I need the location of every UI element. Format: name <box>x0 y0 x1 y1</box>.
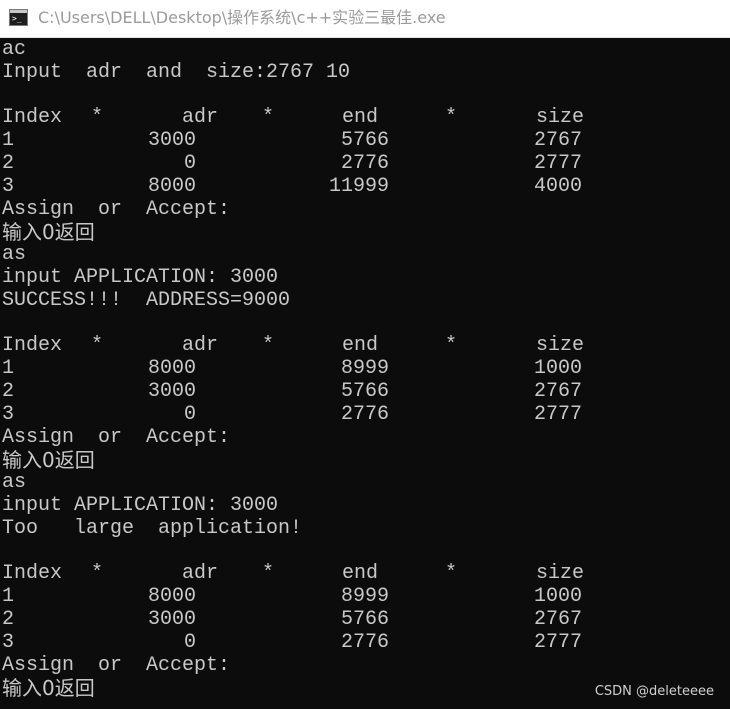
table-row: 3 0 2776 2777 <box>0 630 730 655</box>
command-line: ac <box>2 38 27 61</box>
input-prompt-line: Input adr and size:2767 10 <box>2 60 351 84</box>
table-row: 1 3000 5766 2767 <box>0 129 730 153</box>
table-row: 2 0 2776 2777 <box>0 151 730 176</box>
table-row: 3 0 2776 2777 <box>0 402 730 427</box>
icon-prompt-glyph: >_ <box>12 14 22 23</box>
cell-size: 2777 <box>533 151 582 175</box>
cell-size: 2777 <box>533 402 582 426</box>
cell-index: 1 <box>2 357 15 381</box>
header-end: end <box>342 106 379 130</box>
cell-adr: 0 <box>183 630 196 654</box>
cell-size: 1000 <box>533 585 582 609</box>
header-size: size <box>536 106 585 130</box>
cell-size: 2767 <box>533 607 582 631</box>
header-separator: * <box>445 334 458 358</box>
table-row: 2 3000 5766 2767 <box>0 607 730 632</box>
console-window: >_ C:\Users\DELL\Desktop\操作系统\c++实验三最佳.e… <box>0 0 730 709</box>
cell-end: 11999 <box>328 174 389 198</box>
cell-adr: 8000 <box>147 585 196 609</box>
header-separator: * <box>91 334 104 358</box>
cell-end: 5766 <box>340 607 389 631</box>
header-end: end <box>342 334 379 358</box>
assign-accept-prompt: Assign or Accept: <box>2 197 231 221</box>
header-index: Index <box>2 106 63 130</box>
header-separator: * <box>445 562 458 586</box>
table-row: 1 8000 8999 1000 <box>0 357 730 381</box>
cell-adr: 3000 <box>147 379 196 403</box>
table-header: Index * adr * end * size <box>0 563 730 586</box>
result-line: SUCCESS!!! ADDRESS=9000 <box>2 288 291 312</box>
header-separator: * <box>262 562 275 586</box>
cell-size: 2777 <box>533 630 582 654</box>
header-separator: * <box>91 562 104 586</box>
result-line: Too large application! <box>2 516 303 540</box>
cell-adr: 8000 <box>147 357 196 381</box>
cell-index: 2 <box>2 607 15 631</box>
header-separator: * <box>91 106 104 130</box>
cell-index: 3 <box>2 630 15 654</box>
cell-end: 5766 <box>340 129 389 153</box>
header-size: size <box>536 562 585 586</box>
header-separator: * <box>262 106 275 130</box>
cell-index: 3 <box>2 402 15 426</box>
header-size: size <box>536 334 585 358</box>
console-output[interactable]: ac Input adr and size:2767 10 Index * ad… <box>0 38 730 709</box>
cell-adr: 8000 <box>147 174 196 198</box>
cell-end: 2776 <box>340 630 389 654</box>
cell-end: 2776 <box>340 151 389 175</box>
command-line: as <box>2 243 27 267</box>
cell-adr: 3000 <box>147 129 196 153</box>
cell-size: 1000 <box>533 357 582 381</box>
csdn-watermark: CSDN @deleteeee <box>594 684 714 699</box>
assign-accept-prompt: Assign or Accept: <box>2 425 231 449</box>
assign-accept-prompt: Assign or Accept: <box>2 653 231 677</box>
table-row: 3 8000 11999 4000 <box>0 174 730 199</box>
header-adr: adr <box>182 106 219 130</box>
cell-size: 4000 <box>533 174 582 198</box>
cell-index: 2 <box>2 151 15 175</box>
header-index: Index <box>2 334 63 358</box>
input-prompt-line: input APPLICATION: 3000 <box>2 265 279 289</box>
cell-end: 8999 <box>340 357 389 381</box>
input-prompt-line: input APPLICATION: 3000 <box>2 493 279 517</box>
title-bar[interactable]: >_ C:\Users\DELL\Desktop\操作系统\c++实验三最佳.e… <box>0 0 730 38</box>
cell-end: 8999 <box>340 585 389 609</box>
cell-index: 3 <box>2 174 15 198</box>
console-app-icon[interactable]: >_ <box>9 9 28 26</box>
table-row: 2 3000 5766 2767 <box>0 379 730 404</box>
return-hint: 输入0返回 <box>2 220 95 245</box>
cell-index: 1 <box>2 585 15 609</box>
cell-adr: 0 <box>183 402 196 426</box>
cell-end: 5766 <box>340 379 389 403</box>
cell-size: 2767 <box>533 129 582 153</box>
return-hint: 输入0返回 <box>2 448 95 473</box>
cell-size: 2767 <box>533 379 582 403</box>
cell-index: 1 <box>2 129 15 153</box>
header-index: Index <box>2 562 63 586</box>
cell-index: 2 <box>2 379 15 403</box>
header-adr: adr <box>182 562 219 586</box>
cell-adr: 0 <box>183 151 196 175</box>
header-separator: * <box>445 106 458 130</box>
window-title: C:\Users\DELL\Desktop\操作系统\c++实验三最佳.exe <box>38 8 446 27</box>
header-end: end <box>342 562 379 586</box>
icon-title-strip <box>10 10 27 13</box>
cell-adr: 3000 <box>147 607 196 631</box>
header-separator: * <box>262 334 275 358</box>
table-row: 1 8000 8999 1000 <box>0 585 730 609</box>
cell-end: 2776 <box>340 402 389 426</box>
header-adr: adr <box>182 334 219 358</box>
table-header: Index * adr * end * size <box>0 335 730 358</box>
table-header: Index * adr * end * size <box>0 107 730 130</box>
command-line: as <box>2 471 27 495</box>
